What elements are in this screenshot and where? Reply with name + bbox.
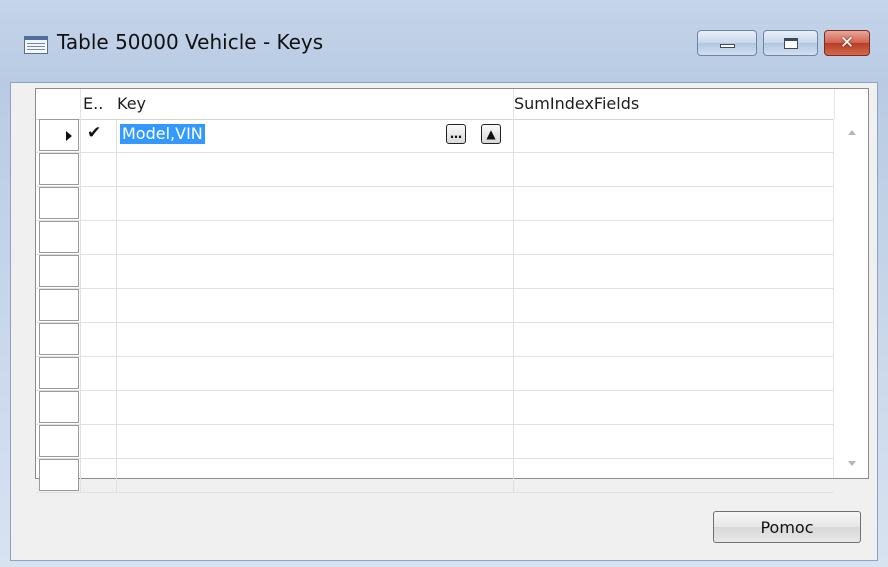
table-row[interactable] <box>36 425 834 459</box>
row-selector[interactable] <box>39 221 79 253</box>
table-row[interactable] <box>36 187 834 221</box>
table-row[interactable] <box>36 323 834 357</box>
table-row[interactable] <box>36 459 834 493</box>
minimize-icon <box>720 44 735 48</box>
table-row[interactable] <box>36 255 834 289</box>
minimize-button[interactable] <box>697 30 757 56</box>
window-title: Table 50000 Vehicle - Keys <box>57 30 324 54</box>
table-row[interactable] <box>36 153 834 187</box>
table-row[interactable] <box>36 391 834 425</box>
keys-grid[interactable]: E.. Key SumIndexFields ✔ Model,VIN … ▲ <box>35 88 869 493</box>
table-row[interactable]: ✔ Model,VIN … ▲ <box>36 119 834 153</box>
maximize-icon <box>784 38 798 49</box>
column-header-enabled[interactable]: E.. <box>83 94 103 113</box>
grid-header: E.. Key SumIndexFields <box>36 89 868 120</box>
row-selector[interactable] <box>39 357 79 389</box>
table-row[interactable] <box>36 357 834 391</box>
key-field-value[interactable]: Model,VIN <box>120 124 205 144</box>
row-selector[interactable] <box>39 119 79 151</box>
up-arrow-button[interactable]: ▲ <box>481 124 501 144</box>
row-selector[interactable] <box>39 391 79 423</box>
help-button[interactable]: Pomoc <box>713 511 861 543</box>
scroll-down-arrow-icon[interactable] <box>848 461 856 466</box>
vertical-scrollbar[interactable] <box>833 119 868 478</box>
column-header-sumindexfields[interactable]: SumIndexFields <box>514 94 639 113</box>
title-bar[interactable]: Table 50000 Vehicle - Keys ✕ <box>0 0 888 82</box>
row-selector[interactable] <box>39 289 79 321</box>
dialog-body: E.. Key SumIndexFields ✔ Model,VIN … ▲ Pomo… <box>10 82 878 561</box>
row-selector[interactable] <box>39 255 79 287</box>
scroll-up-arrow-icon[interactable] <box>848 130 856 135</box>
current-row-arrow-icon <box>66 131 72 141</box>
table-row[interactable] <box>36 289 834 323</box>
table-icon <box>24 36 48 54</box>
close-button[interactable]: ✕ <box>824 30 870 56</box>
row-selector[interactable] <box>39 323 79 355</box>
close-icon: ✕ <box>839 33 855 53</box>
row-selector[interactable] <box>39 187 79 219</box>
keys-window: Table 50000 Vehicle - Keys ✕ E.. Key Sum… <box>0 0 888 567</box>
assist-edit-button[interactable]: … <box>446 124 466 144</box>
column-header-key[interactable]: Key <box>117 94 146 113</box>
table-row[interactable] <box>36 221 834 255</box>
row-selector[interactable] <box>39 425 79 457</box>
maximize-button[interactable] <box>763 30 818 56</box>
row-selector[interactable] <box>39 153 79 185</box>
enabled-checkmark-icon[interactable]: ✔ <box>87 123 101 143</box>
row-selector[interactable] <box>39 459 79 491</box>
